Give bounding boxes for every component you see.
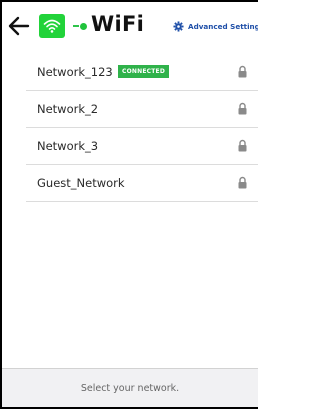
lock-icon [238,65,247,78]
network-name: Network_2 [37,102,99,116]
wifi-status-icon [39,14,65,38]
connection-indicator [73,22,88,30]
network-item[interactable]: Guest_Network [26,165,258,202]
network-name: Network_123 [37,65,113,79]
wifi-screen: WiFi Advanced Settings Network_123 CONNE… [0,0,258,409]
advanced-settings-label: Advanced Settings [188,21,258,31]
network-item[interactable]: Network_2 [26,91,258,128]
lock-icon [238,176,247,189]
footer-bar: Select your network. [2,368,258,407]
network-name: Guest_Network [37,176,125,190]
network-item[interactable]: Network_3 [26,128,258,165]
network-name: Network_3 [37,139,99,153]
header: WiFi Advanced Settings [2,2,258,50]
lock-icon [238,102,247,115]
advanced-settings-link[interactable]: Advanced Settings [173,20,258,32]
page-title: WiFi [91,12,145,36]
network-list: Network_123 CONNECTED Network_2 Network_… [2,54,258,202]
network-item[interactable]: Network_123 CONNECTED [26,54,258,91]
footer-hint: Select your network. [80,382,180,394]
back-button[interactable] [6,13,32,39]
wifi-icon [43,19,61,33]
lock-icon [238,139,247,152]
connected-badge: CONNECTED [118,65,170,78]
gear-icon [173,20,184,32]
arrow-left-icon [8,16,30,36]
